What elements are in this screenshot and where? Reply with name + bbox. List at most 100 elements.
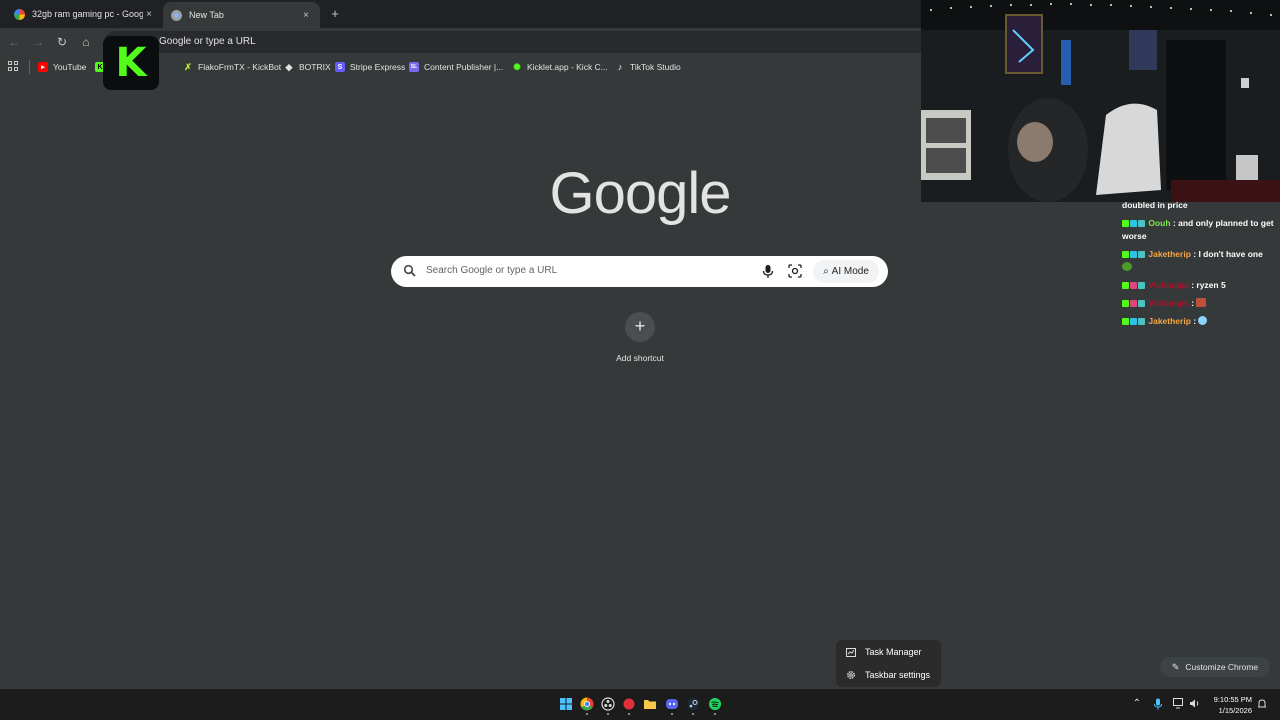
- task-manager-label: Task Manager: [865, 647, 922, 657]
- new-tab-button[interactable]: +: [327, 6, 343, 21]
- tab-new-tab[interactable]: New Tab ×: [163, 2, 320, 28]
- tab-title: New Tab: [189, 10, 224, 20]
- chat-username[interactable]: Vicbongis: [1148, 298, 1188, 308]
- youtube-icon: ▸: [38, 62, 48, 72]
- address-bar[interactable]: Google or type a URL: [104, 31, 934, 53]
- add-shortcut-label: Add shortcut: [616, 353, 664, 363]
- network-icon[interactable]: [1172, 698, 1186, 712]
- sub-badge-icon: [1130, 318, 1137, 325]
- bookmark-label: Kicklet.app - Kick C...: [527, 62, 608, 72]
- stream-chat: doubled in price Oouh : and only planned…: [1122, 199, 1280, 333]
- taskbar-context-menu: Task Manager Taskbar settings: [836, 640, 941, 687]
- kick-logo-letter: K: [115, 40, 147, 86]
- screen: 32gb ram gaming pc - Google × New Tab × …: [0, 0, 1280, 720]
- chat-text: :: [1190, 316, 1199, 326]
- customize-chrome-button[interactable]: ✎ Customize Chrome: [1160, 657, 1270, 677]
- microphone-icon[interactable]: [761, 264, 775, 279]
- forward-icon[interactable]: →: [30, 34, 46, 50]
- windows-start-icon[interactable]: [559, 697, 573, 711]
- chat-username[interactable]: Vicbongis: [1148, 280, 1188, 290]
- windows-taskbar: ⌃ 9:10:55 PM 1/15/2026: [0, 689, 1280, 720]
- gear-icon: [847, 671, 855, 679]
- clock-date: 1/15/2026: [1218, 706, 1252, 715]
- bookmark-stripe-express[interactable]: S Stripe Express: [335, 60, 405, 74]
- bookmark-content-publisher[interactable]: SL Content Publisher |...: [409, 60, 503, 74]
- volume-icon[interactable]: [1188, 698, 1202, 712]
- tab-google-search[interactable]: 32gb ram gaming pc - Google ×: [6, 2, 163, 26]
- taskbar-settings-label: Taskbar settings: [865, 670, 931, 680]
- close-tab-icon[interactable]: ×: [300, 10, 312, 21]
- chrome-favicon-icon: [171, 9, 182, 21]
- stripe-icon: S: [335, 62, 345, 72]
- system-clock[interactable]: 9:10:55 PM 1/15/2026: [1206, 694, 1252, 716]
- chat-text: : I don't have one: [1190, 249, 1263, 259]
- kickbot-icon: ✗: [184, 61, 192, 72]
- bookmark-label: FlakoFrmTX - KickBot: [198, 62, 282, 72]
- bookmark-botrix[interactable]: ◆ BOTRIX: [284, 60, 331, 74]
- search-box[interactable]: Search Google or type a URL ⌕ AI Mode: [391, 256, 888, 287]
- pepe-emote-icon: [1122, 262, 1132, 271]
- add-shortcut-button[interactable]: + Add shortcut: [605, 312, 675, 363]
- emote-icon: [1198, 316, 1208, 325]
- chat-username[interactable]: Jaketherip: [1148, 316, 1191, 326]
- spotify-icon[interactable]: [708, 697, 722, 715]
- task-manager-icon: [846, 647, 856, 657]
- bookmark-kickbot[interactable]: ✗ FlakoFrmTX - KickBot: [183, 60, 281, 74]
- chrome-icon[interactable]: [580, 697, 594, 715]
- file-explorer-icon[interactable]: [643, 697, 657, 711]
- reload-icon[interactable]: ↻: [54, 34, 70, 50]
- bookmark-label: BOTRIX: [299, 62, 331, 72]
- bookmark-label: Stripe Express: [350, 62, 406, 72]
- gift-badge-icon: [1138, 251, 1145, 258]
- ai-mode-sparkle-icon: ⌕: [823, 266, 829, 277]
- close-tab-icon[interactable]: ×: [143, 9, 155, 20]
- chevron-up-icon[interactable]: ⌃: [1130, 698, 1144, 709]
- chat-text: :: [1188, 298, 1197, 308]
- webcam-overlay: [921, 0, 1280, 202]
- search-input[interactable]: Search Google or type a URL: [426, 265, 557, 276]
- google-lens-icon[interactable]: [788, 264, 802, 278]
- notification-bell-icon[interactable]: [1255, 698, 1269, 713]
- home-icon[interactable]: ⌂: [78, 34, 94, 50]
- obs-icon[interactable]: [601, 697, 615, 715]
- ai-mode-label: AI Mode: [831, 266, 869, 277]
- plus-icon: +: [625, 312, 655, 342]
- emote-icon: [1196, 298, 1207, 307]
- discord-icon[interactable]: [665, 697, 679, 715]
- back-icon[interactable]: ←: [6, 34, 22, 50]
- microphone-tray-icon[interactable]: [1151, 698, 1165, 713]
- tab-title: 32gb ram gaming pc - Google: [32, 9, 143, 19]
- google-favicon-icon: [14, 8, 25, 20]
- gift-badge-icon: [1138, 318, 1145, 325]
- customize-chrome-label: Customize Chrome: [1185, 662, 1259, 672]
- bookmark-label: Content Publisher |...: [424, 62, 504, 72]
- sub-badge-icon: [1130, 251, 1137, 258]
- task-manager-menu-item[interactable]: Task Manager: [836, 641, 941, 663]
- chat-username[interactable]: Oouh: [1148, 218, 1170, 228]
- tiktok-icon: ♪: [617, 62, 623, 72]
- gift-badge-icon: [1138, 220, 1145, 227]
- kick-badge-icon: [1122, 318, 1129, 325]
- bookmark-tiktok-studio[interactable]: ♪ TikTok Studio: [615, 60, 681, 74]
- vip-badge-icon: [1130, 282, 1137, 289]
- apps-grid-icon[interactable]: [8, 61, 18, 71]
- chat-text: : ryzen 5: [1188, 280, 1226, 290]
- steam-icon[interactable]: [686, 697, 700, 715]
- bookmark-label: TikTok Studio: [630, 62, 681, 72]
- kick-logo-overlay: K: [103, 36, 159, 90]
- botrix-icon: ◆: [285, 61, 293, 72]
- bookmarks-divider: [29, 60, 30, 74]
- bookmark-kicklet[interactable]: ✺ Kicklet.app - Kick C...: [512, 60, 608, 74]
- bookmark-youtube[interactable]: ▸ YouTube: [38, 60, 86, 74]
- gift-badge-icon: [1138, 282, 1145, 289]
- record-icon[interactable]: [622, 697, 636, 715]
- chat-message: Oouh : and only planned to get worse: [1122, 217, 1280, 243]
- chat-message: Jaketherip :: [1122, 315, 1280, 328]
- taskbar-settings-menu-item[interactable]: Taskbar settings: [836, 664, 941, 686]
- google-logo: Google: [549, 161, 731, 226]
- chat-username[interactable]: Jaketherip: [1148, 249, 1191, 259]
- webcam-feed-image: [921, 0, 1280, 202]
- ai-mode-button[interactable]: ⌕ AI Mode: [813, 260, 879, 283]
- chat-message: Vicbongis : ryzen 5: [1122, 279, 1280, 292]
- sub-badge-icon: [1130, 220, 1137, 227]
